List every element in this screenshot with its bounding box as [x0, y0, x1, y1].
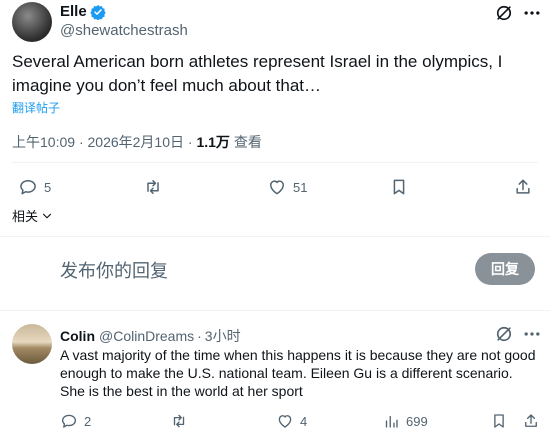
bookmark-icon — [494, 414, 504, 428]
reply-author-avatar[interactable] — [12, 324, 52, 364]
divider — [0, 236, 550, 237]
reply-like-action[interactable]: 4 — [276, 412, 307, 430]
author-avatar[interactable] — [12, 2, 52, 42]
repost-icon — [147, 180, 159, 194]
views-label: 查看 — [233, 134, 262, 150]
reply-input[interactable]: 发布你的回复 — [60, 257, 168, 283]
divider — [12, 162, 538, 163]
reply-views-count: 699 — [406, 413, 428, 429]
separator-dot: · — [78, 134, 88, 150]
post-date[interactable]: 2026年2月10日 — [88, 134, 185, 150]
reply-like-count: 4 — [300, 413, 308, 429]
reply-action[interactable]: 5 — [18, 177, 51, 197]
reply-bookmark-action[interactable] — [490, 412, 508, 430]
reply-reply-action[interactable]: 2 — [60, 412, 91, 430]
share-icon — [525, 414, 537, 427]
related-label: 相关 — [12, 209, 39, 224]
compose-avatar — [14, 250, 50, 286]
reply-views-action[interactable]: 699 — [382, 412, 428, 430]
repost-action[interactable] — [143, 177, 169, 197]
like-count: 51 — [293, 179, 308, 195]
heart-icon — [278, 415, 292, 428]
author-display-name[interactable]: Elle — [60, 3, 87, 20]
reply-icon — [61, 414, 77, 428]
verified-badge-icon — [89, 4, 106, 20]
separator-dot: · — [197, 328, 202, 344]
post-text: Several American born athletes represent… — [12, 52, 503, 95]
views-icon — [385, 415, 398, 428]
reply-count: 5 — [44, 179, 52, 195]
heart-icon — [270, 180, 284, 195]
translate-post-link[interactable]: 翻译帖子 — [12, 99, 60, 116]
share-action[interactable] — [513, 177, 533, 197]
reply-share-action[interactable] — [522, 412, 540, 430]
reply-author-handle[interactable]: @ColinDreams — [99, 328, 194, 344]
like-action[interactable]: 51 — [267, 177, 307, 197]
bookmark-action[interactable] — [389, 177, 409, 197]
reply-submit-button[interactable]: 回复 — [475, 253, 535, 285]
share-icon — [516, 179, 530, 194]
related-dropdown[interactable]: 相关 — [12, 206, 54, 225]
reply-grok-icon[interactable] — [494, 324, 514, 344]
reply-reply-count: 2 — [84, 413, 92, 429]
author-handle[interactable]: @shewatchestrash — [60, 22, 188, 39]
post-metadata: 上午10:09 · 2026年2月10日 · 1.1万 查看 — [12, 132, 262, 152]
chevron-down-icon — [40, 209, 54, 223]
divider — [0, 310, 550, 311]
views-count: 1.1万 — [196, 134, 230, 150]
reply-submit-label: 回复 — [491, 261, 519, 277]
post-time[interactable]: 上午10:09 — [12, 134, 75, 150]
reply-more-options-icon[interactable] — [522, 324, 542, 344]
more-options-icon[interactable] — [522, 3, 542, 23]
grok-icon[interactable] — [494, 3, 514, 23]
reply-repost-action[interactable] — [170, 412, 194, 430]
reply-text: A vast majority of the time when this ha… — [60, 347, 536, 399]
reply-author-name[interactable]: Colin — [60, 328, 95, 344]
bookmark-icon — [393, 179, 405, 195]
reply-time[interactable]: 3小时 — [205, 326, 241, 346]
repost-icon — [173, 414, 185, 428]
reply-icon — [20, 180, 36, 195]
